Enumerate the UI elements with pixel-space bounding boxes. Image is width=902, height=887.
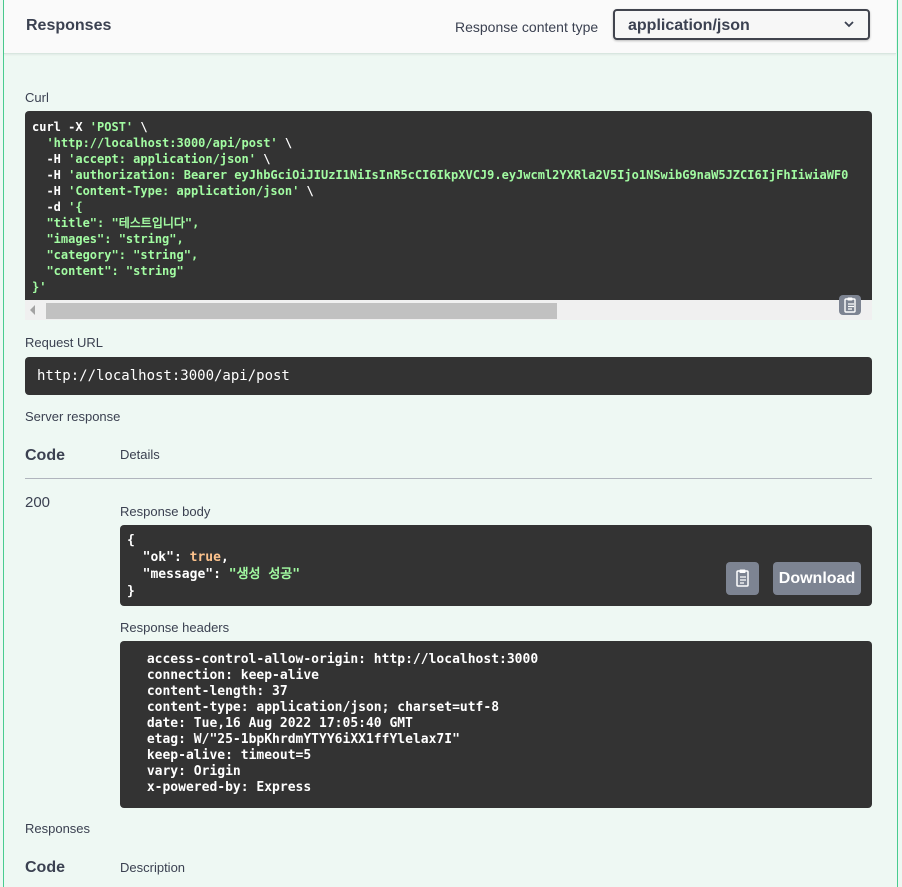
curl-line: "title": "테스트입니다", — [32, 215, 865, 231]
table-divider — [25, 478, 872, 479]
curl-line: curl -X 'POST' \ — [32, 119, 865, 135]
curl-token: -H — [32, 184, 69, 198]
curl-token — [32, 136, 46, 150]
curl-token: "category": "string", — [32, 248, 199, 262]
curl-token: "images": "string", — [32, 232, 184, 246]
response-body-token: { — [127, 533, 135, 548]
copy-curl-button[interactable] — [839, 295, 861, 315]
chevron-down-icon — [844, 21, 854, 28]
response-body-line: { — [127, 532, 865, 549]
curl-line: -H 'Content-Type: application/json' \ — [32, 183, 865, 199]
curl-line: }' — [32, 279, 865, 295]
curl-command-text: curl -X 'POST' \ 'http://localhost:3000/… — [25, 111, 872, 300]
responses-header-bar: Responses Response content type applicat… — [4, 0, 896, 54]
curl-token: \ — [299, 184, 314, 198]
responses-label: Responses — [25, 821, 91, 836]
curl-token: 'accept: application/json' — [68, 152, 256, 166]
curl-label: Curl — [25, 90, 49, 105]
server-response-label: Server response — [25, 409, 121, 424]
curl-token: \ — [277, 136, 293, 150]
response-body-token: } — [127, 584, 135, 599]
response-body-text: { "ok": true, "message": "생성 성공"} — [120, 525, 872, 607]
response-status-code: 200 — [25, 494, 51, 511]
curl-token: '{ — [68, 200, 83, 214]
response-body-token: "message" — [127, 567, 214, 582]
curl-token: -H — [32, 152, 69, 166]
curl-horizontal-scrollbar[interactable] — [25, 300, 872, 320]
responses-description-header: Description — [120, 860, 186, 875]
request-url-value: http://localhost:3000/api/post — [37, 368, 290, 384]
responses-code-header: Code — [25, 859, 65, 876]
curl-line: -d '{ — [32, 199, 865, 215]
curl-token: curl -X — [32, 120, 90, 134]
copy-response-body-button[interactable] — [726, 562, 759, 595]
response-body-token: : — [213, 567, 229, 582]
curl-token: "content": "string" — [32, 264, 184, 278]
scroll-left-arrow-icon[interactable] — [30, 305, 35, 315]
response-headers-label: Response headers — [120, 620, 230, 635]
curl-token: 'authorization: Bearer eyJhbGciOiJIUzI1N… — [68, 168, 849, 182]
curl-line: "category": "string", — [32, 247, 865, 263]
curl-command-block[interactable]: curl -X 'POST' \ 'http://localhost:3000/… — [25, 111, 872, 300]
curl-token: 'POST' — [89, 120, 134, 134]
response-body-token: "ok" — [127, 550, 174, 565]
curl-line: -H 'accept: application/json' \ — [32, 151, 865, 167]
response-body-block[interactable]: { "ok": true, "message": "생성 성공"} — [120, 525, 872, 606]
response-headers-text: access-control-allow-origin: http://loca… — [146, 652, 539, 795]
response-content-type-label: Response content type — [455, 19, 599, 35]
responses-title: Responses — [26, 17, 112, 34]
request-url-box[interactable]: http://localhost:3000/api/post — [25, 357, 872, 395]
response-body-token: true — [189, 550, 221, 565]
request-url-label: Request URL — [25, 335, 104, 350]
curl-token: -H — [32, 168, 69, 182]
copy-to-clipboard-icon — [736, 569, 749, 587]
response-content-type-select[interactable]: application/json — [613, 9, 870, 40]
curl-token: "title": "테스트입니다", — [32, 216, 200, 230]
curl-token: -d — [32, 200, 69, 214]
code-column-header: Code — [25, 447, 65, 464]
response-headers-block[interactable]: access-control-allow-origin: http://loca… — [120, 641, 872, 808]
curl-token: \ — [255, 152, 271, 166]
response-body-label: Response body — [120, 504, 211, 519]
curl-token: 'Content-Type: application/json' — [68, 184, 300, 198]
curl-token: }' — [32, 280, 47, 294]
curl-token: \ — [133, 120, 148, 134]
response-body-token: : — [173, 550, 190, 565]
response-body-token: , — [220, 550, 229, 565]
curl-line: 'http://localhost:3000/api/post' \ — [32, 135, 865, 151]
details-column-header: Details — [120, 447, 160, 462]
response-content-type-value: application/json — [628, 17, 750, 34]
download-button[interactable]: Download — [773, 562, 861, 595]
scrollbar-thumb[interactable] — [46, 303, 557, 319]
curl-token: 'http://localhost:3000/api/post' — [46, 136, 278, 150]
response-body-token: "생성 성공" — [228, 567, 301, 582]
curl-line: "content": "string" — [32, 263, 865, 279]
curl-line: -H 'authorization: Bearer eyJhbGciOiJIUz… — [32, 167, 865, 183]
curl-line: "images": "string", — [32, 231, 865, 247]
copy-to-clipboard-icon — [844, 297, 856, 313]
